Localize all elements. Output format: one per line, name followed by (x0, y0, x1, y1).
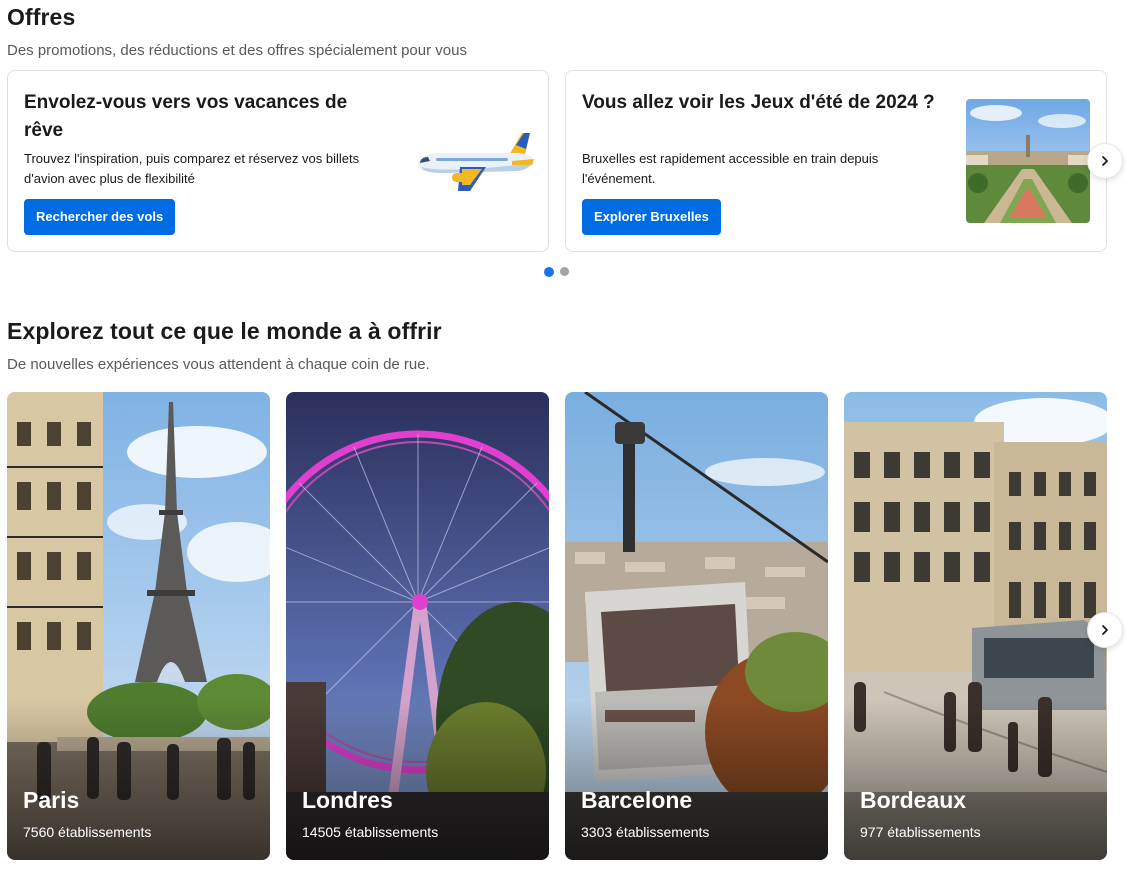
destination-card-bordeaux[interactable]: Bordeaux 977 établissements (844, 392, 1107, 860)
brussels-photo (966, 99, 1090, 223)
destination-name: Londres (302, 787, 393, 813)
destination-card-barcelone[interactable]: Barcelone 3303 établissements (565, 392, 828, 860)
explore-subtitle: De nouvelles expériences vous attendent … (7, 356, 430, 373)
destination-count: 14505 établissements (302, 824, 439, 840)
offers-next-button[interactable] (1087, 143, 1123, 179)
offer-description: Bruxelles est rapidement accessible en t… (582, 151, 879, 186)
destinations-next-button[interactable] (1087, 612, 1123, 648)
offer-title: Vous allez voir les Jeux d'été de 2024 ? (582, 92, 935, 113)
destination-count: 977 établissements (860, 824, 981, 840)
chevron-right-icon (1102, 625, 1108, 635)
offer-card-flights[interactable]: Envolez-vous vers vos vacances de rêve T… (7, 70, 549, 252)
destination-card-londres[interactable]: Londres 14505 établissements (286, 392, 549, 860)
destination-count: 7560 établissements (23, 824, 152, 840)
destination-card-paris[interactable]: Paris 7560 établissements (7, 392, 270, 860)
search-flights-button[interactable]: Rechercher des vols (24, 199, 176, 235)
destination-name: Paris (23, 787, 80, 813)
destination-count: 3303 établissements (581, 824, 710, 840)
offer-card-brussels[interactable]: Vous allez voir les Jeux d'été de 2024 ?… (565, 70, 1107, 252)
airplane-illustration (412, 131, 536, 195)
chevron-right-icon (1102, 156, 1108, 166)
carousel-dot-active[interactable] (544, 266, 554, 277)
destination-name: Bordeaux (860, 787, 967, 813)
explore-title: Explorez tout ce que le monde a à offrir (7, 318, 442, 344)
offers-subtitle: Des promotions, des réductions et des of… (7, 42, 467, 59)
carousel-pagination (544, 266, 569, 277)
offer-description: Trouvez l'inspiration, puis comparez et … (24, 151, 360, 186)
destination-name: Barcelone (581, 787, 693, 813)
offer-title: Envolez-vous vers vos vacances de rêve (24, 92, 348, 141)
carousel-dot[interactable] (560, 267, 569, 276)
explore-brussels-button[interactable]: Explorer Bruxelles (582, 199, 721, 235)
offers-title: Offres (7, 4, 76, 30)
